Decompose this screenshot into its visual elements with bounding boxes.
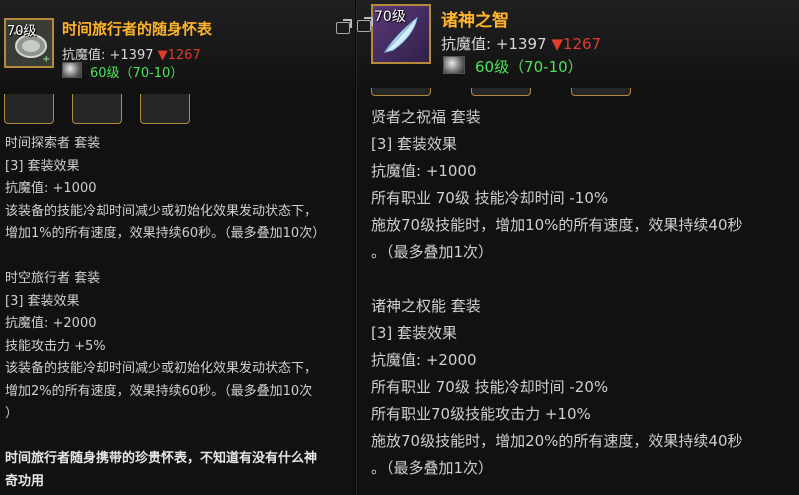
tooltip-header: + 70级 时间旅行者的随身怀表 抗魔值: +1397 ▼1267 60级（70… — [0, 0, 355, 88]
socket-slot[interactable] — [4, 94, 54, 124]
gem-icon — [443, 56, 465, 74]
text-line: 时间旅行者随身携带的珍贵怀表，不知道有没有什么神 — [5, 451, 318, 466]
text-line: 时空旅行者 套装 — [5, 271, 101, 286]
stat-line: 抗魔值: +1397 ▼1267 — [441, 33, 601, 54]
text-line: 抗魔值: +2000 — [371, 351, 477, 369]
text-line: 贤者之祝福 套装 — [371, 108, 481, 126]
text-line: 所有职业 70级 技能冷却时间 -10% — [371, 189, 609, 207]
text-line: 奇功用 — [5, 473, 45, 489]
tooltip-header: 70级 诸神之智 抗魔值: +1397 ▼1267 60级（70-10） — [357, 0, 799, 88]
text-line: 技能攻击力 +5% — [5, 338, 106, 354]
text-line: 。（最多叠加1次） — [371, 459, 494, 477]
pocket-watch-icon[interactable]: + 70级 — [4, 18, 54, 68]
item-level-badge: 70级 — [7, 24, 37, 39]
item-level-badge: 70级 — [374, 9, 406, 25]
socket-slot[interactable] — [371, 88, 431, 96]
text-line: [3] 套装效果 — [5, 158, 80, 174]
text-line: 施放70级技能时，增加20%的所有速度，效果持续40秒 — [371, 432, 743, 450]
text-line: 增加2%的所有速度，效果持续60秒。（最多叠加10次 — [5, 383, 313, 399]
text-line: [3] 套装效果 — [5, 293, 80, 309]
text-line: 抗魔值: +1000 — [371, 162, 477, 180]
feather-quill-icon[interactable]: 70级 — [371, 4, 431, 64]
socket-slots — [371, 88, 649, 96]
stat-label: 抗魔值: +1397 — [62, 48, 154, 63]
text-line: [3] 套装效果 — [371, 324, 458, 342]
stat-label: 抗魔值: +1397 — [441, 35, 547, 53]
text-line: 抗魔值: +1000 — [5, 181, 97, 196]
socket-slots — [4, 94, 208, 124]
gem-icon — [62, 62, 82, 78]
stat-compare-down: ▼1267 — [551, 35, 602, 53]
text-line: 施放70级技能时，增加10%的所有速度，效果持续40秒 — [371, 216, 743, 234]
svg-text:+: + — [42, 54, 50, 65]
text-line: 增加1%的所有速度，效果持续60秒。（最多叠加10次） — [5, 226, 326, 241]
external-link-icon[interactable] — [336, 22, 350, 34]
text-line: 该装备的技能冷却时间减少或初始化效果发动状态下， — [5, 361, 318, 376]
socket-slot[interactable] — [571, 88, 631, 96]
set-effects-text: 时间探索者 套装 [3] 套装效果 抗魔值: +1000 该装备的技能冷却时间减少或初… — [5, 133, 355, 493]
item-title: 诸神之智 — [441, 11, 509, 31]
text-line: 诸神之权能 套装 — [371, 297, 481, 315]
item-tooltip-left: + 70级 时间旅行者的随身怀表 抗魔值: +1397 ▼1267 60级（70… — [0, 0, 355, 495]
text-line: 。（最多叠加1次） — [371, 243, 494, 261]
item-title: 时间旅行者的随身怀表 — [62, 20, 213, 38]
stat-line: 抗魔值: +1397 ▼1267 — [62, 44, 201, 63]
socket-slot[interactable] — [140, 94, 190, 124]
text-line: 所有职业 70级 技能冷却时间 -20% — [371, 378, 609, 396]
text-line: 所有职业70级技能攻击力 +10% — [371, 405, 591, 423]
text-line: 该装备的技能冷却时间减少或初始化效果发动状态下， — [5, 203, 318, 219]
text-line: [3] 套装效果 — [371, 135, 458, 153]
text-line: ） — [5, 406, 19, 421]
level-range: 60级（70-10） — [475, 58, 583, 76]
text-line: 抗魔值: +2000 — [5, 316, 97, 331]
text-line: 时间探索者 套装 — [5, 136, 101, 151]
socket-slot[interactable] — [471, 88, 531, 96]
socket-slot[interactable] — [72, 94, 122, 124]
level-range: 60级（70-10） — [90, 66, 184, 81]
item-tooltip-right: 70级 诸神之智 抗魔值: +1397 ▼1267 60级（70-10） 贤者之… — [356, 0, 799, 495]
set-effects-text: 贤者之祝福 套装 [3] 套装效果 抗魔值: +1000 所有职业 70级 技能冷却时… — [371, 104, 799, 482]
external-link-icon[interactable] — [357, 20, 371, 32]
stat-compare-down: ▼1267 — [157, 48, 201, 63]
